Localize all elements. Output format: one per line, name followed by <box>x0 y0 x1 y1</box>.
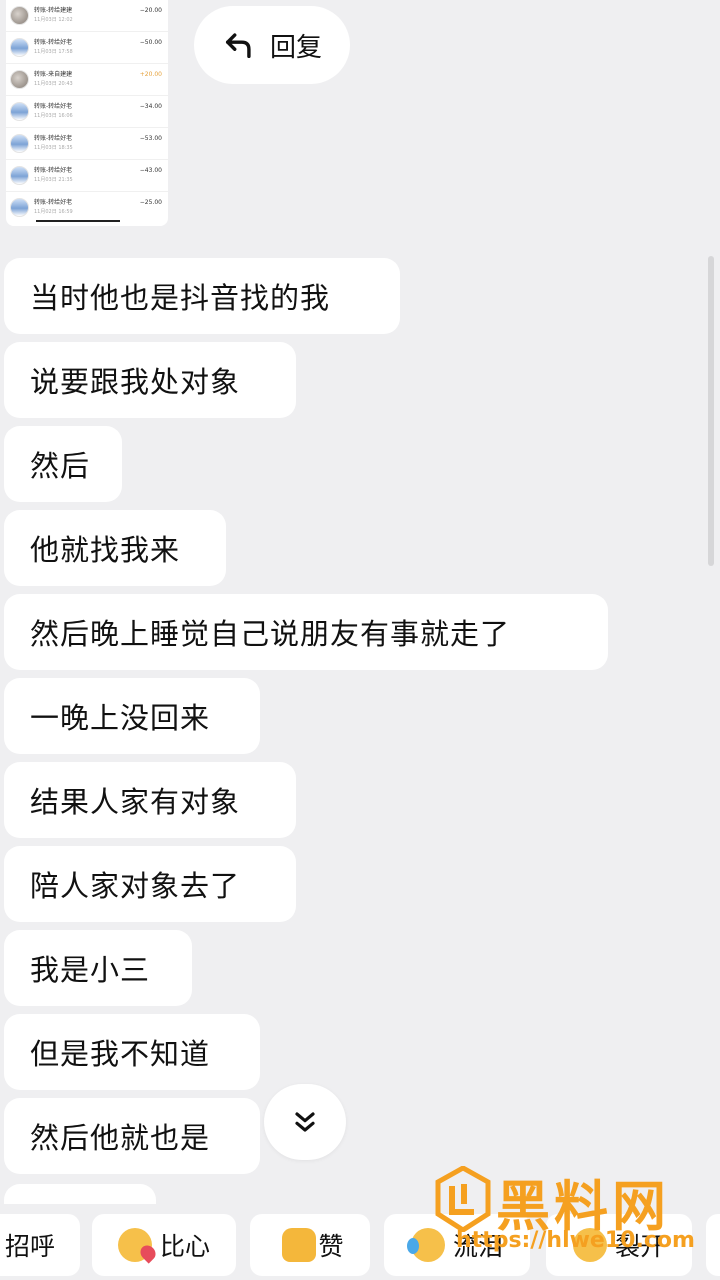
watermark: 黑料网 https://hlwe10.com <box>430 1160 700 1260</box>
double-chevron-down-icon <box>295 1112 315 1132</box>
home-indicator <box>36 220 120 222</box>
transaction-time: 11月02日 16:59 <box>34 209 73 215</box>
message-bubble[interactable]: 说要跟我处对象 <box>4 342 296 418</box>
message-text: 他就找我来 <box>30 533 181 567</box>
transaction-amount: −43.00 <box>139 167 162 174</box>
quick-reaction-more[interactable] <box>706 1214 720 1276</box>
message-bubble[interactable]: 结果人家有对象 <box>4 762 296 838</box>
message-text: 然后他就也是 <box>30 1121 211 1155</box>
avatar <box>10 38 29 57</box>
quoted-screenshot-thumbnail[interactable]: 转账-转给建建 11月03日 12:02 −20.00 转账-转给好老 11月03日 1… <box>6 0 168 226</box>
message-text: 我是小三 <box>30 953 151 987</box>
message-bubble[interactable]: 然后 <box>4 426 122 502</box>
avatar <box>10 102 29 121</box>
transaction-time: 11月03日 18:35 <box>34 145 73 151</box>
message-bubble[interactable]: 然后晚上睡觉自己说朋友有事就走了 <box>4 594 608 670</box>
message-bubble[interactable]: 我是小三 <box>4 930 192 1006</box>
transaction-amount: −50.00 <box>139 39 162 46</box>
message-text: 一晚上没回来 <box>30 701 211 735</box>
avatar <box>10 70 29 89</box>
transaction-time: 11月03日 21:35 <box>34 177 73 183</box>
transaction-row: 转账-来自建建 11月03日 20:43 +20.00 <box>6 64 168 96</box>
scroll-to-bottom-button[interactable] <box>264 1084 346 1160</box>
quick-reaction-wave[interactable]: 招呼 <box>0 1214 80 1276</box>
message-text: 陪人家对象去了 <box>30 869 241 903</box>
transaction-row: 转账-转给好老 11月03日 21:35 −43.00 <box>6 160 168 192</box>
watermark-logo-icon <box>435 1166 491 1232</box>
transaction-row: 转账-转给建建 11月03日 12:02 −20.00 <box>6 0 168 32</box>
message-text: 当时他也是抖音找的我 <box>30 281 331 315</box>
message-bubble[interactable]: 但是我不知道 <box>4 1014 260 1090</box>
message-bubble[interactable]: 一晚上没回来 <box>4 678 260 754</box>
transaction-name: 转账-转给好老 <box>34 135 73 142</box>
transaction-name: 转账-转给好老 <box>34 167 73 174</box>
watermark-url: https://hlwe10.com <box>456 1228 695 1253</box>
message-text: 然后 <box>30 449 91 483</box>
transaction-amount: −25.00 <box>139 199 162 206</box>
transaction-name: 转账-转给建建 <box>34 7 73 14</box>
quick-reaction-like[interactable]: 赞 <box>250 1214 370 1276</box>
message-text: 结果人家有对象 <box>30 785 241 819</box>
thumbnail-bottom-bar <box>6 220 168 226</box>
transaction-amount: +20.00 <box>139 71 162 78</box>
scrollbar[interactable] <box>708 256 714 566</box>
transaction-name: 转账-转给好老 <box>34 103 73 110</box>
transaction-time: 11月03日 17:58 <box>34 49 73 55</box>
message-text: 然后晚上睡觉自己说朋友有事就走了 <box>30 617 511 651</box>
transaction-name: 转账-转给好老 <box>34 39 73 46</box>
avatar <box>10 166 29 185</box>
quick-reaction-heart[interactable]: 比心 <box>92 1214 236 1276</box>
transaction-amount: −20.00 <box>139 7 162 14</box>
transaction-amount: −53.00 <box>139 135 162 142</box>
message-bubble[interactable]: 他就找我来 <box>4 510 226 586</box>
quick-reaction-label: 招呼 <box>4 1232 55 1261</box>
transaction-amount: −34.00 <box>139 103 162 110</box>
avatar <box>10 198 29 217</box>
message-bubble[interactable]: 当时他也是抖音找的我 <box>4 258 400 334</box>
heart-hand-emoji-icon <box>117 1228 152 1262</box>
transaction-name: 转账-转给好老 <box>34 199 73 206</box>
message-bubble[interactable]: 然后他就也是 <box>4 1098 260 1174</box>
message-text: 说要跟我处对象 <box>30 365 241 399</box>
avatar <box>10 6 29 25</box>
transaction-time: 11月03日 20:43 <box>34 81 73 87</box>
transaction-name: 转账-来自建建 <box>34 71 73 78</box>
transaction-row: 转账-转给好老 11月03日 16:06 −34.00 <box>6 96 168 128</box>
transaction-row: 转账-转给好老 11月03日 17:58 −50.00 <box>6 32 168 64</box>
quick-reaction-label: 比心 <box>159 1232 210 1261</box>
transaction-time: 11月03日 16:06 <box>34 113 73 119</box>
message-bubble[interactable]: 陪人家对象去了 <box>4 846 296 922</box>
avatar <box>10 134 29 153</box>
transaction-time: 11月03日 12:02 <box>34 17 73 23</box>
reply-arrow-icon <box>225 33 251 59</box>
quick-reaction-label: 赞 <box>318 1232 344 1261</box>
reply-label: 回复 <box>269 32 322 63</box>
message-text: 但是我不知道 <box>30 1037 211 1071</box>
transaction-row: 转账-转给好老 11月03日 18:35 −53.00 <box>6 128 168 160</box>
thumbs-up-emoji-icon <box>282 1228 317 1262</box>
reply-button[interactable]: 回复 <box>194 6 350 84</box>
